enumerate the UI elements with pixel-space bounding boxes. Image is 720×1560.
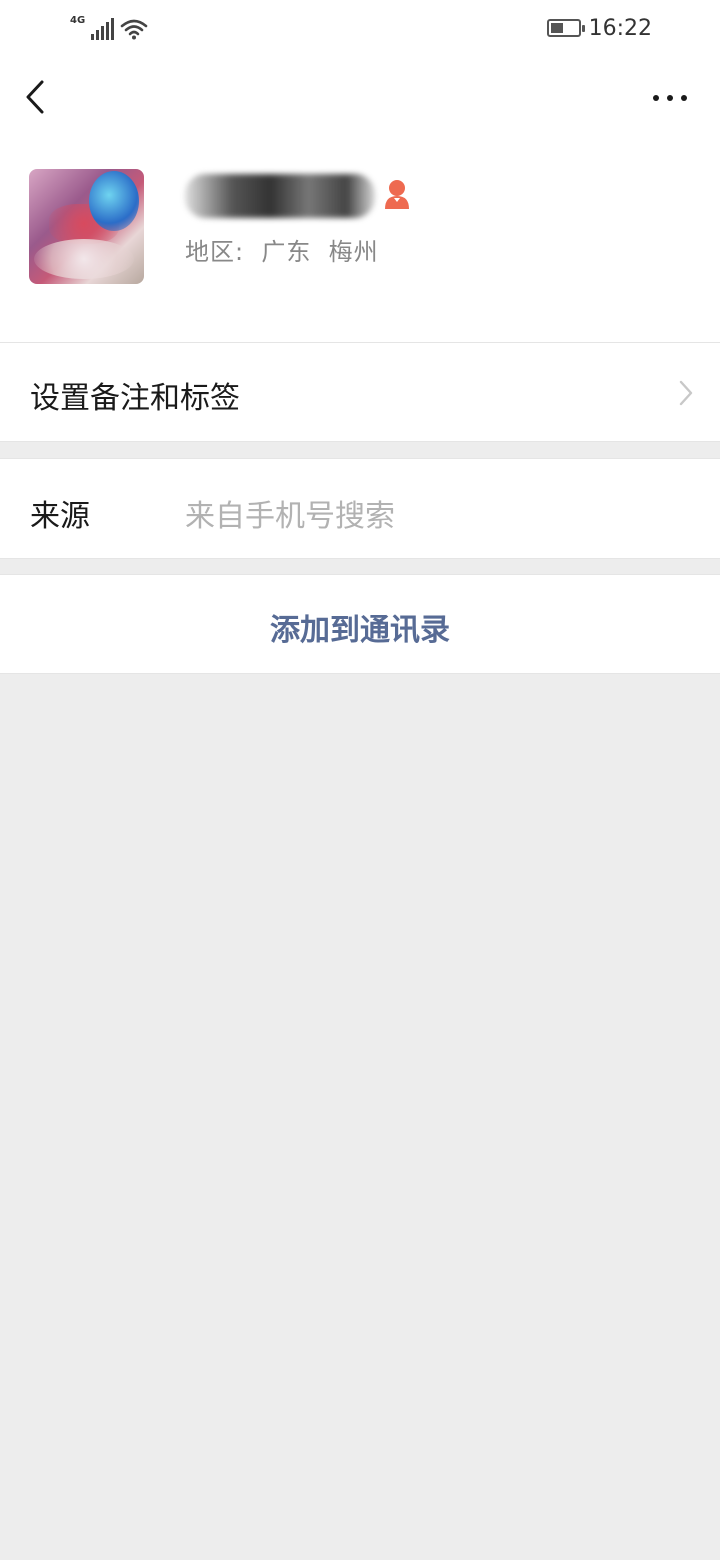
- back-button[interactable]: [18, 76, 54, 118]
- signal-icon: [91, 18, 115, 40]
- navbar: [0, 56, 720, 142]
- status-left: 4G: [70, 14, 148, 40]
- status-right: 16:22: [546, 14, 652, 42]
- battery-icon: [546, 19, 585, 37]
- wifi-icon: [120, 19, 148, 40]
- profile-card: 地区: 广东 梅州: [0, 142, 720, 342]
- clock: 16:22: [588, 15, 652, 41]
- add-to-contacts-label: 添加到通讯录: [270, 613, 450, 648]
- add-to-contacts-button[interactable]: 添加到通讯录: [0, 574, 720, 674]
- status-bar: 4G 16:22: [0, 0, 720, 56]
- set-remark-tags-row[interactable]: 设置备注和标签: [0, 342, 720, 442]
- source-label: 来源: [30, 499, 90, 534]
- more-button[interactable]: [650, 84, 690, 112]
- female-icon: [385, 180, 409, 209]
- source-value: 来自手机号搜索: [185, 499, 395, 534]
- avatar[interactable]: [29, 169, 144, 284]
- remark-tags-label: 设置备注和标签: [30, 381, 240, 416]
- network-label: 4G: [70, 15, 86, 26]
- source-row: 来源 来自手机号搜索: [0, 458, 720, 559]
- chevron-right-icon: [679, 380, 693, 406]
- battery-level: [550, 23, 563, 33]
- nickname-blurred: [185, 174, 375, 218]
- region-text: 地区: 广东 梅州: [185, 238, 379, 266]
